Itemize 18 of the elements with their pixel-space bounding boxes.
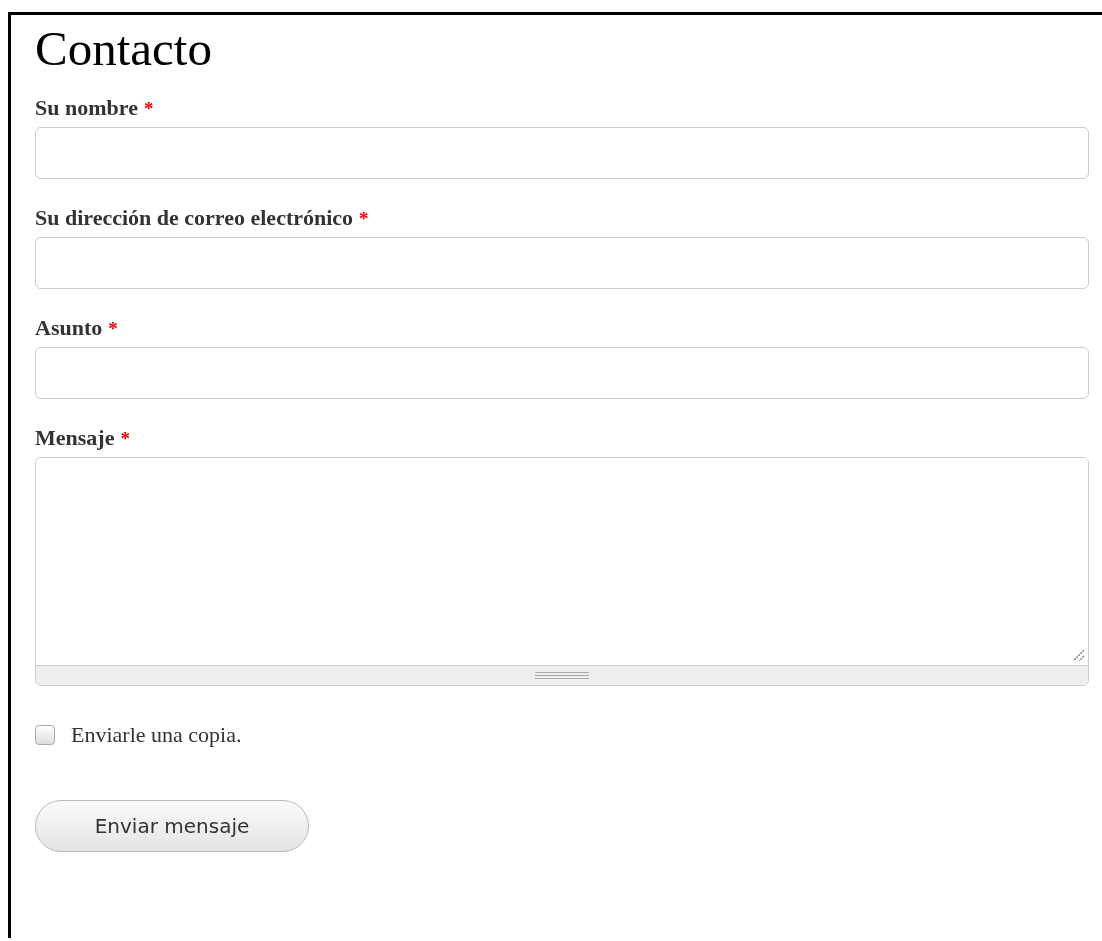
- message-field[interactable]: [35, 457, 1089, 686]
- submit-button[interactable]: Enviar mensaje: [35, 800, 309, 852]
- input-field[interactable]: [35, 127, 1089, 179]
- resize-grip[interactable]: [36, 666, 1088, 685]
- checkbox-label[interactable]: Enviarle una copia.: [71, 722, 242, 748]
- field-label: Mensaje: [35, 425, 115, 451]
- required-mark: *: [108, 318, 118, 340]
- input-field[interactable]: [35, 347, 1089, 399]
- checkbox[interactable]: [35, 725, 55, 745]
- field-label: Asunto: [35, 315, 103, 341]
- required-mark: *: [143, 98, 154, 120]
- field-label: Su nombre: [35, 95, 138, 121]
- required-mark: *: [120, 428, 130, 450]
- page-title: Contacto: [35, 21, 212, 77]
- input-field[interactable]: [35, 237, 1089, 289]
- field-label: Su dirección de correo electrónico: [35, 205, 354, 231]
- required-mark: *: [359, 208, 369, 230]
- resize-handle-icon[interactable]: [1071, 648, 1085, 662]
